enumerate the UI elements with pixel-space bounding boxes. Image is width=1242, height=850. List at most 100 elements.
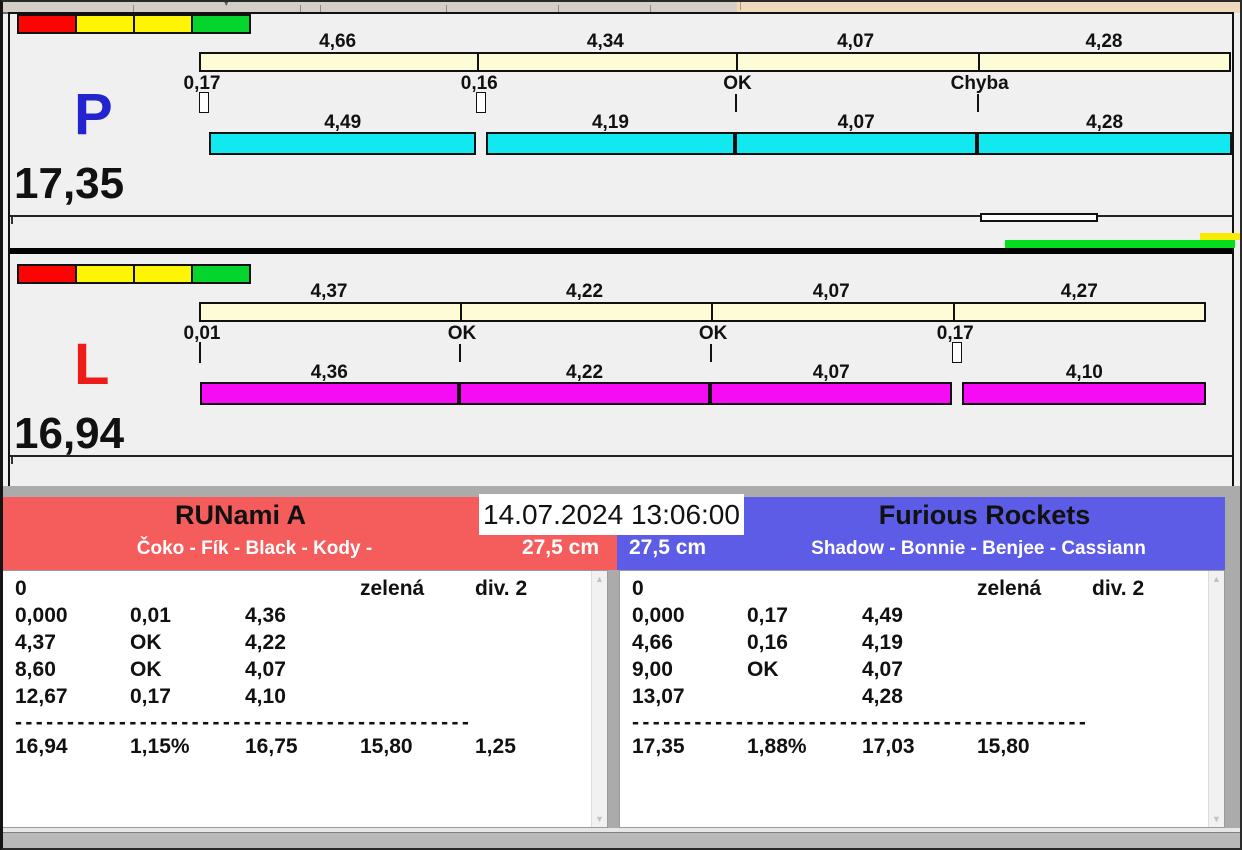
result-row: 4,37 OK 4,22 [3,631,607,658]
changeover-marker-box [199,92,210,113]
team-dogs: Shadow - Bonnie - Benjee - Cassiann [811,538,1146,559]
scrollbar[interactable]: ▲ ▼ [591,571,607,827]
mini-bar-green [1005,240,1235,248]
scroll-up-icon[interactable]: ▲ [592,574,607,584]
changeover-marker-tick [976,94,979,112]
split-bar [199,302,1207,322]
split-label: 4,34 [586,31,624,52]
result-cell: OK [130,631,162,654]
result-row: 9,00 OK 4,07 [620,658,1224,685]
scrollbar[interactable]: ▲ ▼ [1208,571,1224,827]
split-label: 4,28 [1085,31,1123,52]
result-row: 0 zelená div. 2 [3,577,607,604]
scroll-up-icon[interactable]: ▲ [1209,574,1224,584]
summary-cell: 1,25 [475,735,516,758]
split-segment-divider [460,304,462,320]
lane-panel-l: L 16,94 4,37 4,22 4,07 4,27 0,01 OK OK 0,17 4,36 4,… [10,264,1232,464]
result-row: 8,60 OK 4,07 [3,658,607,685]
section-divider [10,248,1232,254]
result-cell: 4,07 [245,658,286,681]
leg-label: 4,10 [1065,362,1103,383]
result-cell: 0 [15,577,27,600]
lane-letter: P [74,82,113,147]
result-row: 13,07 4,28 [620,685,1224,712]
changeover-marker-tick [734,94,737,112]
result-cell: 0,01 [130,604,171,627]
app-window: ▾ P 17,35 4,66 4,34 4,07 4,28 0,17 0,16 OK Chyba 4… [0,0,1242,850]
leg-bar-segment [209,132,477,155]
result-row: 0 zelená div. 2 [620,577,1224,604]
split-label: 4,66 [319,31,357,52]
result-cell: 4,37 [15,631,56,654]
leg-bar-segment [735,132,978,155]
changeover-label: Chyba [950,73,1009,94]
summary-cell: 15,80 [360,735,413,758]
light-segment [75,14,135,34]
lane-edge-tick [11,457,13,464]
result-cell: 9,00 [632,658,673,681]
split-segment-divider [477,54,480,70]
summary-cell: 17,35 [632,735,685,758]
result-cell: 12,67 [15,685,68,708]
result-separator: ----------------------------------------… [632,711,1090,734]
changeover-marker-tick [459,344,461,362]
leg-label: 4,22 [566,362,604,383]
progress-outline-box [980,213,1098,222]
split-segment-divider [977,54,980,70]
toolbar-caret-icon[interactable]: ▾ [224,0,229,9]
result-row: 4,66 0,16 4,19 [620,631,1224,658]
summary-cell: 1,15% [130,735,190,758]
leg-bar-segment [710,382,953,405]
team-result-box-right[interactable]: 0 zelená div. 2 0,000 0,17 4,49 4,66 0,16 4,19 9,… [619,570,1225,828]
scroll-down-icon[interactable]: ▼ [592,814,607,824]
split-label: 4,27 [1060,281,1098,302]
split-label: 4,22 [566,281,604,302]
result-row: 0,000 0,01 4,36 [3,604,607,631]
result-row: 12,67 0,17 4,10 [3,685,607,712]
summary-cell: 16,94 [15,735,68,758]
result-cell: 0,17 [130,685,171,708]
leg-bar-segment [962,382,1207,405]
leg-bar-segment [459,382,711,405]
result-cell: div. 2 [1092,577,1145,600]
split-segment-divider [953,304,956,320]
lane-panel-p: P 17,35 4,66 4,34 4,07 4,28 0,17 0,16 OK Chyba 4,4… [10,14,1232,224]
team-result-box-left[interactable]: 0 zelená div. 2 0,000 0,01 4,36 4,37 OK 4,22 8,60… [2,570,608,828]
datetime-display: 14.07.2024 13:06:00 [479,494,744,535]
leg-label: 4,07 [812,362,850,383]
race-display: P 17,35 4,66 4,34 4,07 4,28 0,17 0,16 OK Chyba 4,4… [8,12,1242,486]
leg-bar-segment [199,382,459,405]
result-cell: 4,22 [245,631,286,654]
lane-edge-tick [11,217,13,224]
team-name: Furious Rockets [878,500,1091,530]
light-segment [17,264,77,284]
result-cell: 4,19 [862,631,903,654]
scroll-down-icon[interactable]: ▼ [1209,814,1224,824]
lane-baseline [10,455,1232,457]
summary-cell: 1,88% [747,735,807,758]
toolbar-accent-tick [740,1,741,10]
result-cell: zelená [977,577,1042,600]
changeover-marker-box [199,342,201,363]
light-segment [133,264,193,284]
summary-cell: 17,03 [862,735,915,758]
summary-row: 17,35 1,88% 17,03 15,80 [620,735,1224,762]
split-segment-divider [735,54,738,70]
lane-total-time: 17,35 [14,159,125,208]
split-bar [199,52,1232,72]
result-row: 0,000 0,17 4,49 [620,604,1224,631]
summary-row: 16,94 1,15% 16,75 15,80 1,25 [3,735,607,762]
light-segment [75,264,135,284]
status-bar [0,832,1242,850]
result-cell: 4,28 [862,685,903,708]
result-cell: 0 [632,577,644,600]
light-segment [17,14,77,34]
result-separator: ----------------------------------------… [15,711,473,734]
result-cell: 4,10 [245,685,286,708]
leg-label: 4,49 [324,112,362,133]
split-label: 4,07 [837,31,875,52]
light-segment [191,14,251,34]
result-light-strip [17,14,251,34]
mini-bar-yellow [1200,233,1242,240]
result-cell: OK [130,658,162,681]
